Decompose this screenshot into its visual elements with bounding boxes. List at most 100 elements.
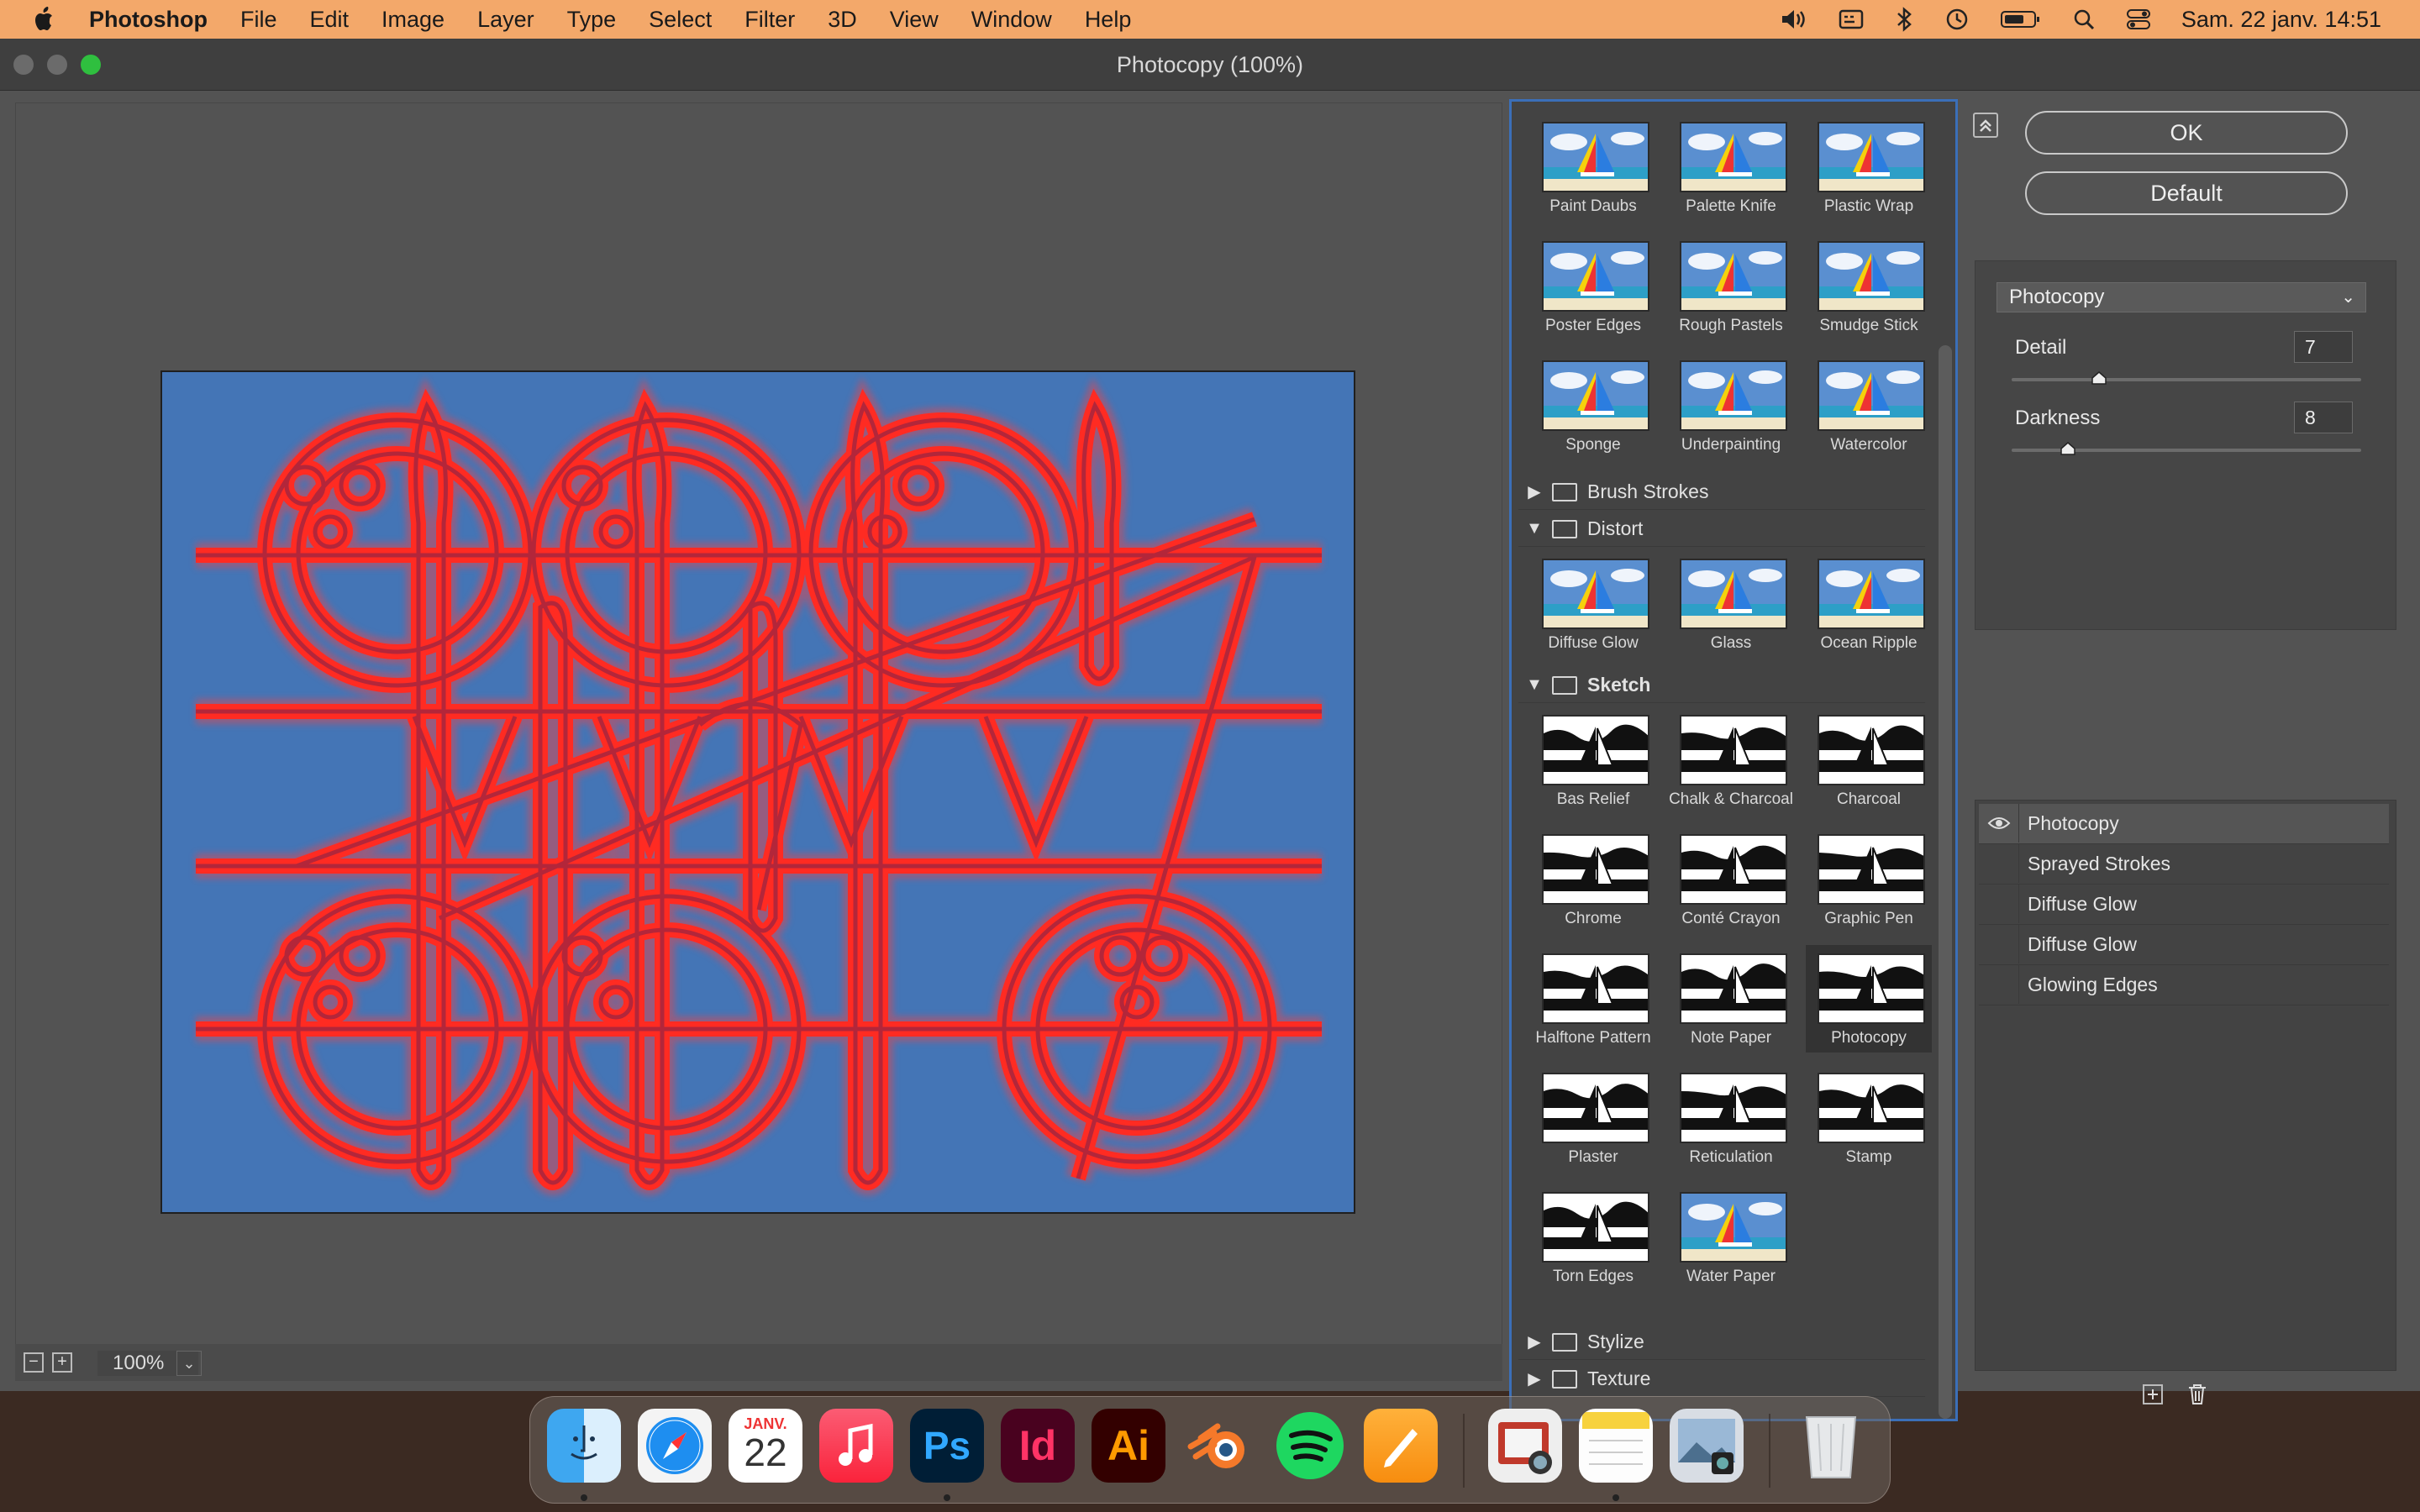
menu-filter[interactable]: Filter	[744, 7, 795, 33]
spotify-icon[interactable]	[1273, 1409, 1347, 1483]
menu-view[interactable]: View	[890, 7, 939, 33]
volume-icon[interactable]	[1780, 8, 1808, 31]
filter-thumb-sponge[interactable]: Sponge	[1530, 352, 1656, 459]
filter-thumb-plastic-wrap[interactable]: Plastic Wrap	[1806, 113, 1932, 221]
filter-thumb-palette-knife[interactable]: Palette Knife	[1668, 113, 1794, 221]
filter-thumb-label: Graphic Pen	[1824, 910, 1913, 927]
calendar-icon[interactable]: JANV. 22	[729, 1409, 802, 1483]
filter-thumb-chalk-charcoal[interactable]: Chalk & Charcoal	[1668, 706, 1794, 814]
filter-thumb-reticulation[interactable]: Reticulation	[1668, 1064, 1794, 1172]
folder-brush-strokes[interactable]: ▶ Brush Strokes	[1518, 475, 1925, 510]
collapse-arrow-icon[interactable]: ▼	[1523, 519, 1545, 538]
effect-layer-row[interactable]: Sprayed Strokes	[1979, 844, 2389, 885]
detail-input[interactable]: 7	[2294, 331, 2353, 363]
collapse-gallery-icon[interactable]	[1973, 113, 1998, 138]
menu-image[interactable]: Image	[381, 7, 445, 33]
filter-select[interactable]: Photocopy ⌄	[1996, 282, 2366, 312]
darkness-slider-thumb[interactable]	[2060, 442, 2075, 455]
filter-thumb-plaster[interactable]: Plaster	[1530, 1064, 1656, 1172]
darkness-input[interactable]: 8	[2294, 402, 2353, 433]
menu-window[interactable]: Window	[971, 7, 1052, 33]
filter-thumb-torn-edges[interactable]: Torn Edges	[1530, 1184, 1656, 1291]
visibility-eye-icon[interactable]	[1979, 804, 2019, 843]
control-center-icon[interactable]	[2126, 8, 2151, 31]
menu-type[interactable]: Type	[567, 7, 617, 33]
filter-thumb-halftone-pattern[interactable]: Halftone Pattern	[1530, 945, 1656, 1053]
finder-icon[interactable]	[547, 1409, 621, 1483]
visibility-toggle[interactable]	[1979, 965, 2019, 1004]
spotlight-search-icon[interactable]	[2072, 8, 2096, 31]
notes-icon[interactable]	[1579, 1409, 1653, 1483]
filter-thumb-watercolor[interactable]: Watercolor	[1806, 352, 1932, 459]
music-icon[interactable]	[819, 1409, 893, 1483]
trash-icon[interactable]	[2186, 1383, 2208, 1410]
filter-thumb-glass[interactable]: Glass	[1668, 550, 1794, 658]
ok-button[interactable]: OK	[2025, 111, 2348, 155]
filter-thumb-smudge-stick[interactable]: Smudge Stick	[1806, 233, 1932, 340]
preview-area[interactable]	[15, 102, 1502, 1381]
detail-slider-thumb[interactable]	[2091, 371, 2107, 385]
filter-thumb-stamp[interactable]: Stamp	[1806, 1064, 1932, 1172]
folder-distort[interactable]: ▼ Distort	[1518, 512, 1925, 547]
detail-slider-track[interactable]	[2012, 378, 2361, 381]
photoshop-icon[interactable]: Ps	[910, 1409, 984, 1483]
photos-icon[interactable]	[1670, 1409, 1744, 1483]
battery-icon[interactable]	[2000, 8, 2042, 30]
effect-layer-row[interactable]: Photocopy	[1979, 804, 2389, 844]
filter-thumb-charcoal[interactable]: Charcoal	[1806, 706, 1932, 814]
keyboard-icon[interactable]	[1839, 8, 1864, 30]
trash-icon[interactable]	[1794, 1409, 1868, 1483]
expand-arrow-icon[interactable]: ▶	[1523, 1368, 1545, 1389]
pages-icon[interactable]	[1364, 1409, 1438, 1483]
menu-file[interactable]: File	[240, 7, 277, 33]
safari-icon[interactable]	[638, 1409, 712, 1483]
apple-logo-icon[interactable]	[30, 5, 59, 34]
expand-arrow-icon[interactable]: ▶	[1523, 481, 1545, 502]
filter-thumb-note-paper[interactable]: Note Paper	[1668, 945, 1794, 1053]
effect-layer-row[interactable]: Diffuse Glow	[1979, 885, 2389, 925]
folder-sketch[interactable]: ▼ Sketch	[1518, 668, 1925, 703]
folder-texture[interactable]: ▶ Texture	[1518, 1362, 1925, 1397]
collapse-arrow-icon[interactable]: ▼	[1523, 675, 1545, 695]
menu-layer[interactable]: Layer	[477, 7, 534, 33]
bluetooth-icon[interactable]	[1894, 7, 1914, 32]
filter-thumb-photocopy[interactable]: Photocopy	[1806, 945, 1932, 1053]
visibility-toggle[interactable]	[1979, 925, 2019, 963]
blender-icon[interactable]	[1182, 1409, 1256, 1483]
preview-image[interactable]	[160, 370, 1355, 1214]
illustrator-icon[interactable]: Ai	[1092, 1409, 1165, 1483]
folder-stylize[interactable]: ▶ Stylize	[1518, 1325, 1925, 1360]
visibility-toggle[interactable]	[1979, 885, 2019, 923]
filter-thumb-underpainting[interactable]: Underpainting	[1668, 352, 1794, 459]
filter-thumb-ocean-ripple[interactable]: Ocean Ripple	[1806, 550, 1932, 658]
filter-thumb-poster-edges[interactable]: Poster Edges	[1530, 233, 1656, 340]
menu-edit[interactable]: Edit	[310, 7, 350, 33]
time-machine-icon[interactable]	[1944, 7, 1970, 32]
default-button[interactable]: Default	[2025, 171, 2348, 215]
expand-arrow-icon[interactable]: ▶	[1523, 1331, 1545, 1352]
menu-select[interactable]: Select	[649, 7, 712, 33]
zoom-dropdown-chevron-icon[interactable]: ⌄	[176, 1351, 202, 1376]
effect-layer-row[interactable]: Diffuse Glow	[1979, 925, 2389, 965]
zoom-out-button[interactable]: −	[24, 1352, 44, 1373]
visibility-toggle[interactable]	[1979, 844, 2019, 883]
filter-thumb-rough-pastels[interactable]: Rough Pastels	[1668, 233, 1794, 340]
menubar-clock[interactable]: Sam. 22 janv. 14:51	[2181, 7, 2381, 33]
menu-help[interactable]: Help	[1085, 7, 1132, 33]
menu-3d[interactable]: 3D	[828, 7, 857, 33]
zoom-in-button[interactable]: +	[52, 1352, 72, 1373]
preview-icon[interactable]	[1488, 1409, 1562, 1483]
menu-app-name[interactable]: Photoshop	[89, 7, 208, 33]
indesign-icon[interactable]: Id	[1001, 1409, 1075, 1483]
filter-thumb-diffuse-glow[interactable]: Diffuse Glow	[1530, 550, 1656, 658]
filter-thumb-cont-crayon[interactable]: Conté Crayon	[1668, 826, 1794, 933]
gallery-scrollbar[interactable]	[1939, 345, 1952, 1419]
filter-thumb-paint-daubs[interactable]: Paint Daubs	[1530, 113, 1656, 221]
effect-layer-row[interactable]: Glowing Edges	[1979, 965, 2389, 1005]
filter-thumb-bas-relief[interactable]: Bas Relief	[1530, 706, 1656, 814]
filter-thumb-chrome[interactable]: Chrome	[1530, 826, 1656, 933]
filter-gallery-list[interactable]: Paint Daubs Palette Knife Plastic Wrap Post…	[1509, 99, 1958, 1421]
filter-thumb-water-paper[interactable]: Water Paper	[1668, 1184, 1794, 1291]
new-effect-layer-icon[interactable]	[2143, 1384, 2163, 1404]
filter-thumb-graphic-pen[interactable]: Graphic Pen	[1806, 826, 1932, 933]
